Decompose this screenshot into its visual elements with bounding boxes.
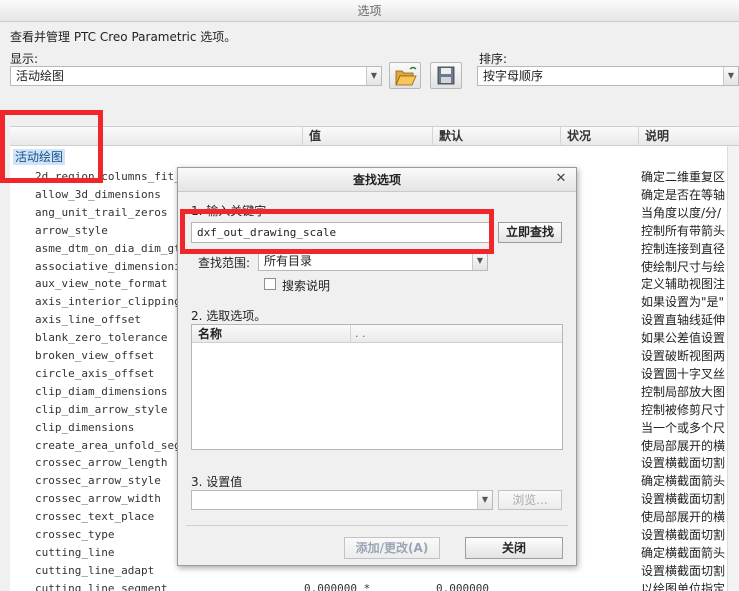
option-explanation: 使局部展开的横 — [641, 438, 726, 453]
add-change-button[interactable]: 添加/更改(A) — [344, 537, 440, 559]
option-name: crossec_arrow_style — [35, 474, 161, 488]
options-table-header: 值 默认 状况 说明 — [10, 126, 739, 146]
option-name: broken_view_offset — [35, 349, 155, 362]
chevron-down-icon[interactable]: ▼ — [477, 491, 492, 509]
step2-label: 2. 选取选项。 — [191, 309, 267, 323]
column-header-value[interactable]: 值 — [302, 127, 432, 146]
option-name: axis_line_offset — [35, 313, 141, 327]
close-icon[interactable]: ✕ — [554, 172, 568, 186]
chevron-down-icon[interactable]: ▼ — [366, 67, 381, 85]
option-name: crossec_type — [35, 528, 115, 541]
option-explanation: 当一个或多个尺 — [641, 420, 726, 435]
option-explanation: 如果公差值设置 — [641, 331, 726, 346]
option-explanation: 确定横截面箭头 — [641, 474, 726, 489]
option-explanation: 使绘制尺寸与绘 — [641, 259, 726, 274]
find-now-button[interactable]: 立即查找 — [498, 222, 562, 243]
option-explanation: 设置横截面切割 — [641, 563, 726, 578]
scope-label: 查找范围: — [198, 256, 251, 270]
option-name: crossec_text_place — [35, 510, 155, 524]
chevron-down-icon[interactable]: ▼ — [723, 67, 738, 85]
option-explanation: 设置直轴线延伸 — [641, 313, 726, 328]
folder-open-icon — [395, 66, 417, 86]
sort-select-value: 按字母顺序 — [483, 69, 544, 83]
window-title-bar: 选项 — [0, 0, 739, 22]
option-name: allow_3d_dimensions — [35, 187, 161, 201]
scope-select[interactable]: 所有目录 ▼ — [258, 251, 488, 271]
display-select-value: 活动绘图 — [16, 69, 65, 83]
scope-select-value: 所有目录 — [264, 254, 313, 268]
option-explanation: 确定二维重复区 — [641, 170, 726, 184]
option-explanation: 控制所有带箭头 — [641, 223, 726, 238]
option-explanation: 定义辅助视图注 — [641, 277, 726, 292]
result-column-name[interactable]: 名称 — [198, 325, 222, 343]
step3-label: 3. 设置值 — [191, 475, 243, 489]
option-explanation: 控制被修剪尺寸 — [641, 402, 726, 417]
table-scrollbar[interactable] — [727, 146, 739, 591]
result-column-more[interactable]: . . — [350, 325, 366, 343]
option-value: 0.000000 * — [304, 581, 371, 591]
sort-label: 排序: — [479, 52, 508, 66]
option-explanation: 确定横截面箭头 — [641, 545, 726, 560]
option-name: cutting_line_segment — [35, 581, 168, 591]
option-explanation: 设置圆十字叉丝 — [641, 366, 726, 381]
value-select[interactable]: ▼ — [191, 490, 493, 510]
option-explanation: 控制局部放大图 — [641, 384, 726, 399]
option-name: aux_view_note_format — [35, 277, 168, 291]
option-name: cutting_line_adapt — [35, 563, 155, 577]
highlight-box-group — [0, 110, 103, 183]
option-name: create_area_unfold_segme — [35, 438, 194, 452]
table-row[interactable]: cutting_line_segment 0.000000 * 0.000000 以绘… — [10, 580, 739, 591]
option-name: crossec_arrow_width — [35, 492, 161, 506]
close-button[interactable]: 关闭 — [465, 537, 563, 559]
option-explanation: 设置横截面切割 — [641, 456, 726, 471]
open-config-button[interactable] — [389, 62, 421, 89]
option-name: arrow_style — [35, 223, 108, 237]
dialog-title: 查找选项 — [178, 168, 576, 192]
option-explanation: 以绘图单位指定 — [641, 581, 726, 591]
search-description-label: 搜索说明 — [282, 279, 331, 293]
option-explanation: 使局部展开的横 — [641, 510, 726, 525]
chevron-down-icon[interactable]: ▼ — [472, 252, 487, 270]
column-header-explanation[interactable]: 说明 — [638, 127, 739, 146]
floppy-save-icon — [437, 66, 455, 85]
options-result-list[interactable]: 名称 . . — [191, 324, 563, 450]
option-explanation: 设置横截面切割 — [641, 528, 726, 542]
option-name: asme_dtm_on_dia_dim_gtol — [35, 241, 194, 255]
option-name: axis_interior_clipping — [35, 295, 181, 309]
option-name: clip_dim_arrow_style — [35, 402, 168, 416]
option-explanation: 设置破断视图两 — [641, 349, 726, 363]
option-name: crossec_arrow_length — [35, 456, 168, 470]
option-name: associative_dimensioning — [35, 259, 194, 273]
browse-button[interactable]: 浏览... — [498, 490, 562, 510]
option-explanation: 控制连接到直径 — [641, 241, 726, 256]
option-explanation: 确定是否在等轴 — [641, 187, 726, 202]
column-header-default[interactable]: 默认 — [432, 127, 560, 146]
sort-select[interactable]: 按字母顺序 ▼ — [477, 66, 739, 86]
option-name: ang_unit_trail_zeros — [35, 205, 168, 219]
display-select[interactable]: 活动绘图 ▼ — [10, 66, 382, 86]
result-list-header: 名称 . . — [192, 325, 562, 343]
search-description-checkbox[interactable] — [264, 278, 276, 290]
dialog-divider — [186, 525, 568, 526]
option-explanation: 设置横截面切割 — [641, 492, 726, 507]
option-name: circle_axis_offset — [35, 366, 155, 380]
display-label: 显示: — [10, 52, 39, 66]
option-explanation: 如果设置为"是" — [641, 295, 725, 310]
window-title: 选项 — [357, 4, 382, 18]
highlight-box-keyword — [180, 209, 494, 254]
option-default: 0.000000 — [436, 581, 489, 591]
save-config-button[interactable] — [430, 62, 462, 89]
option-name: clip_diam_dimensions — [35, 384, 168, 398]
option-explanation: 当角度以度/分/ — [641, 205, 722, 220]
option-name: blank_zero_tolerance — [35, 331, 168, 345]
option-name: clip_dimensions — [35, 420, 135, 434]
column-header-status[interactable]: 状况 — [560, 127, 638, 146]
page-description: 查看并管理 PTC Creo Parametric 选项。 — [10, 30, 237, 44]
option-name: cutting_line — [35, 545, 115, 559]
